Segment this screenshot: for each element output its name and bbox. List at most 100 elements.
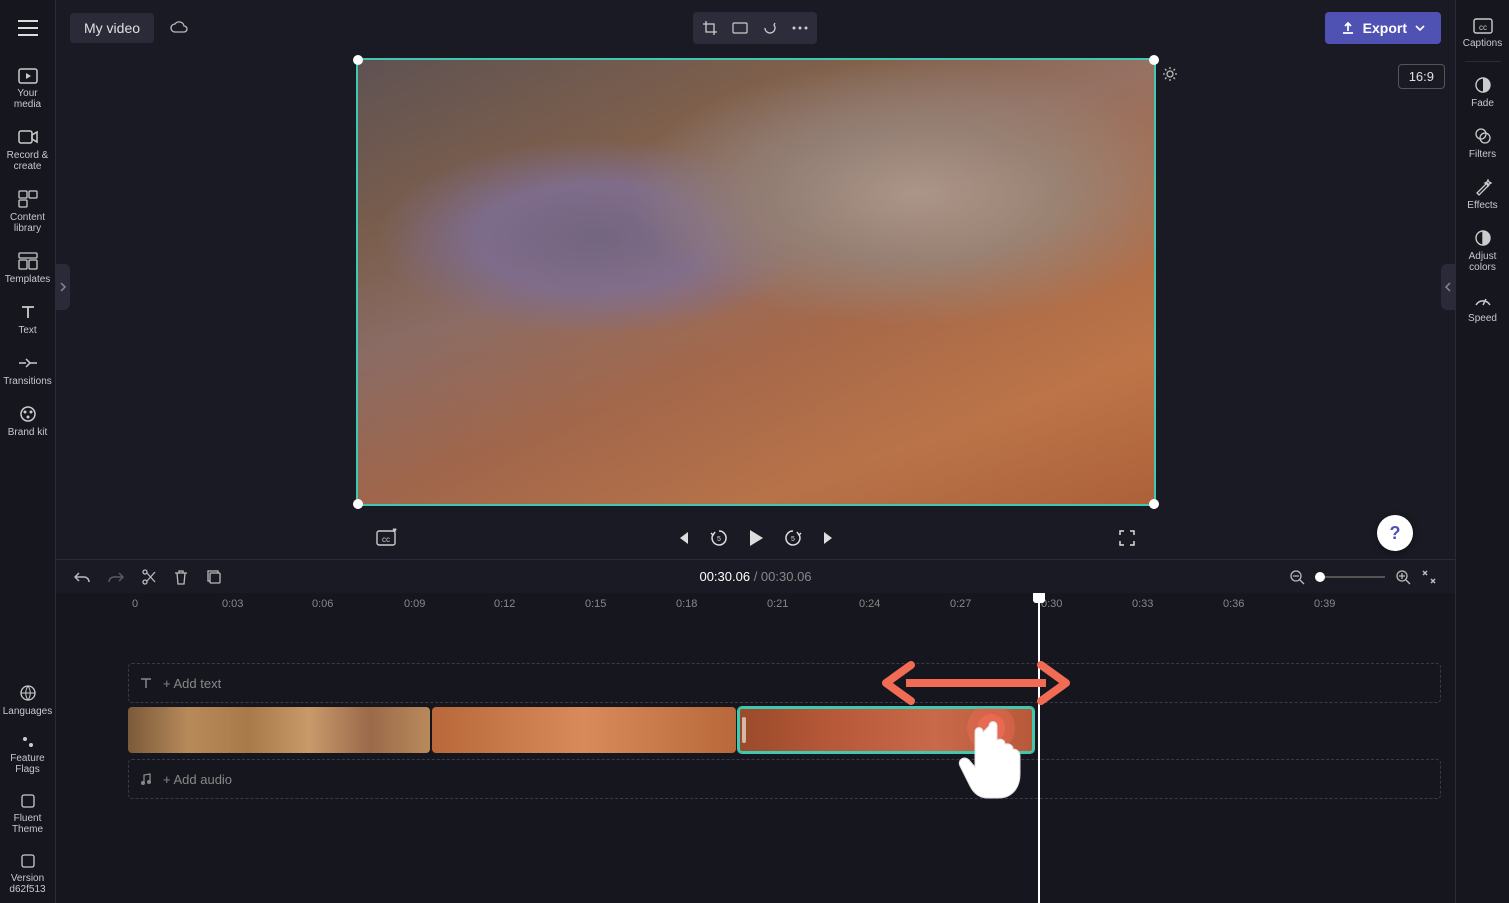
record-icon xyxy=(18,128,38,146)
sidebar-item-version[interactable]: Version d62f513 xyxy=(2,843,54,903)
preview-area: 16:9 xyxy=(56,56,1455,517)
rotate-icon xyxy=(762,20,778,36)
resize-handle-tr[interactable] xyxy=(1149,55,1159,65)
sidebar-item-label: Text xyxy=(18,325,36,336)
zoom-out-icon xyxy=(1289,569,1305,585)
resize-handle-tl[interactable] xyxy=(353,55,363,65)
export-button[interactable]: Export xyxy=(1325,12,1441,44)
duplicate-button[interactable] xyxy=(206,569,222,585)
fullscreen-button[interactable] xyxy=(1119,530,1135,546)
sidebar-item-feature-flags[interactable]: Feature Flags xyxy=(2,725,54,783)
rewind-5s-button[interactable]: 5 xyxy=(709,528,729,548)
sidebar-item-label: Languages xyxy=(3,706,53,717)
canvas-toolbar xyxy=(693,12,817,44)
fit-button[interactable] xyxy=(725,14,755,42)
playhead[interactable] xyxy=(1038,593,1040,903)
sidebar-item-record-create[interactable]: Record & create xyxy=(2,118,54,180)
forward-5s-button[interactable]: 5 xyxy=(783,528,803,548)
templates-icon xyxy=(18,252,38,270)
ruler-tick: 0:21 xyxy=(767,598,788,610)
rotate-button[interactable] xyxy=(755,14,785,42)
crop-icon xyxy=(702,20,718,36)
sidebar-item-templates[interactable]: Templates xyxy=(2,242,54,293)
svg-text:5: 5 xyxy=(791,536,795,543)
help-button[interactable]: ? xyxy=(1377,515,1413,551)
timeline-time-display: 00:30.06 / 00:30.06 xyxy=(699,569,811,584)
canvas-frame-image xyxy=(358,60,1154,504)
top-bar: My video Expor xyxy=(56,0,1455,56)
sidebar-item-languages[interactable]: Languages xyxy=(2,674,54,725)
aspect-ratio-button[interactable]: 16:9 xyxy=(1398,64,1445,89)
ruler-tick: 0:27 xyxy=(950,598,971,610)
sync-status-button[interactable] xyxy=(164,15,194,41)
hamburger-menu-button[interactable] xyxy=(8,8,48,48)
sidebar-item-label: Captions xyxy=(1463,38,1502,49)
fade-icon xyxy=(1474,76,1492,94)
text-track-placeholder[interactable]: + Add text xyxy=(128,663,1441,703)
zoom-out-button[interactable] xyxy=(1289,569,1305,585)
audio-track-placeholder[interactable]: + Add audio xyxy=(128,759,1441,799)
sidebar-item-label: Transitions xyxy=(3,376,52,387)
media-icon xyxy=(18,66,38,84)
crop-button[interactable] xyxy=(695,14,725,42)
sidebar-item-speed[interactable]: Speed xyxy=(1458,281,1508,332)
sidebar-item-label: Your media xyxy=(4,88,52,110)
skip-back-button[interactable] xyxy=(675,530,691,546)
left-sidebar: Your media Record & create Content libra… xyxy=(0,0,56,903)
timeline-toolbar: 00:30.06 / 00:30.06 xyxy=(56,559,1455,593)
ruler-tick: 0:09 xyxy=(404,598,425,610)
resize-handle-bl[interactable] xyxy=(353,499,363,509)
zoom-slider-thumb[interactable] xyxy=(1315,572,1325,582)
resize-handle-br[interactable] xyxy=(1149,499,1159,509)
svg-text:5: 5 xyxy=(717,536,721,543)
redo-button[interactable] xyxy=(108,570,124,584)
undo-icon xyxy=(74,570,90,584)
expand-right-panel-button[interactable] xyxy=(1441,264,1455,310)
sidebar-item-fade[interactable]: Fade xyxy=(1458,66,1508,117)
video-clip-2[interactable] xyxy=(432,707,736,753)
video-clip-3-selected[interactable]: Rock formations in canyon xyxy=(738,707,1034,753)
undo-button[interactable] xyxy=(74,570,90,584)
sidebar-item-your-media[interactable]: Your media xyxy=(2,56,54,118)
project-title-button[interactable]: My video xyxy=(70,13,154,43)
auto-captions-button[interactable]: cc xyxy=(376,528,400,548)
video-clip-1[interactable] xyxy=(128,707,430,753)
sidebar-item-label: Fluent Theme xyxy=(4,813,52,835)
effects-icon xyxy=(1474,178,1492,196)
rewind-icon: 5 xyxy=(709,528,729,548)
right-sidebar: cc Captions Fade Filters Effects Adjust … xyxy=(1455,0,1509,903)
canvas-settings-button[interactable] xyxy=(1162,66,1178,82)
main-area: My video Expor xyxy=(56,0,1455,903)
split-button[interactable] xyxy=(142,569,156,585)
cc-generate-icon: cc xyxy=(376,528,400,548)
time-separator: / xyxy=(750,569,761,584)
sidebar-item-label: Speed xyxy=(1468,313,1497,324)
expand-left-panel-button[interactable] xyxy=(56,264,70,310)
scissors-icon xyxy=(142,569,156,585)
sidebar-item-text[interactable]: Text xyxy=(2,293,54,344)
svg-text:cc: cc xyxy=(382,535,390,544)
sidebar-item-captions[interactable]: cc Captions xyxy=(1458,8,1508,57)
ruler-tick: 0:24 xyxy=(859,598,880,610)
library-icon xyxy=(18,190,38,208)
sidebar-item-brand-kit[interactable]: Brand kit xyxy=(2,395,54,446)
ruler-tick: 0:06 xyxy=(312,598,333,610)
skip-forward-button[interactable] xyxy=(821,530,837,546)
zoom-in-button[interactable] xyxy=(1395,569,1411,585)
zoom-fit-button[interactable] xyxy=(1421,569,1437,585)
zoom-slider[interactable] xyxy=(1315,576,1385,578)
sidebar-item-effects[interactable]: Effects xyxy=(1458,168,1508,219)
sidebar-item-fluent-theme[interactable]: Fluent Theme xyxy=(2,783,54,843)
video-canvas[interactable] xyxy=(356,58,1156,506)
sidebar-item-transitions[interactable]: Transitions xyxy=(2,344,54,395)
sidebar-item-content-library[interactable]: Content library xyxy=(2,180,54,242)
forward-icon: 5 xyxy=(783,528,803,548)
more-options-button[interactable] xyxy=(785,14,815,42)
ruler-tick: 0:18 xyxy=(676,598,697,610)
play-button[interactable] xyxy=(747,528,765,548)
delete-button[interactable] xyxy=(174,569,188,585)
trash-icon xyxy=(174,569,188,585)
sidebar-item-filters[interactable]: Filters xyxy=(1458,117,1508,168)
timeline-ruler[interactable]: 0 0:03 0:06 0:09 0:12 0:15 0:18 0:21 0:2… xyxy=(56,593,1455,613)
sidebar-item-adjust-colors[interactable]: Adjust colors xyxy=(1458,219,1508,281)
